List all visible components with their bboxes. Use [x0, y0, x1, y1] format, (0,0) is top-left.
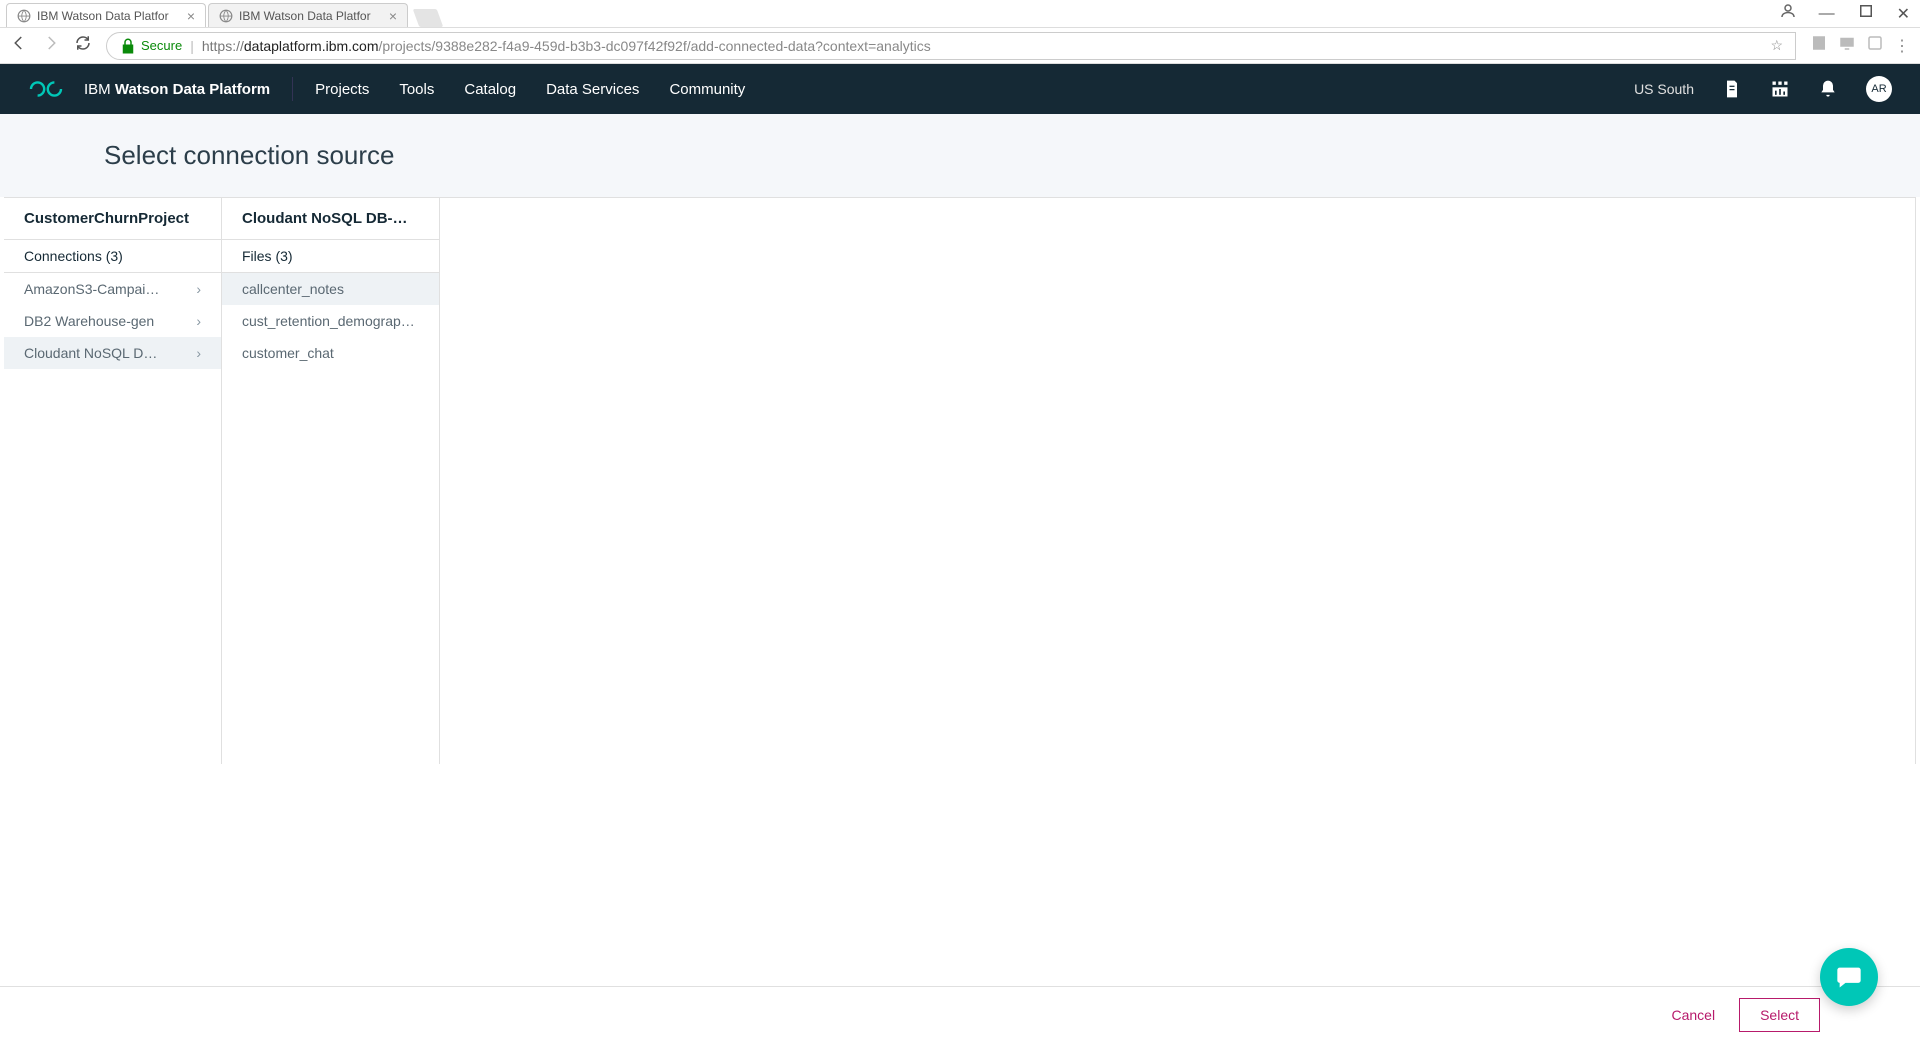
extension-icons: ⋮	[1810, 34, 1910, 57]
forward-button[interactable]	[42, 34, 60, 57]
files-count: Files (3)	[222, 240, 439, 273]
window-controls: — ✕	[1779, 2, 1910, 25]
minimize-icon[interactable]: —	[1819, 5, 1835, 23]
reload-button[interactable]	[74, 34, 92, 57]
nav-tools[interactable]: Tools	[399, 81, 434, 98]
chevron-right-icon: ›	[196, 345, 201, 361]
nav-data-services[interactable]: Data Services	[546, 81, 639, 98]
files-column: Cloudant NoSQL DB-… Files (3) callcenter…	[222, 198, 440, 764]
favicon-icon	[17, 9, 31, 23]
project-column: CustomerChurnProject Connections (3) Ama…	[4, 198, 222, 764]
pdf-icon[interactable]	[1810, 34, 1828, 57]
app-logo-icon[interactable]	[28, 78, 64, 100]
primary-nav: Projects Tools Catalog Data Services Com…	[315, 81, 745, 98]
chevron-right-icon: ›	[196, 313, 201, 329]
avatar[interactable]: AR	[1866, 76, 1892, 102]
address-bar[interactable]: Secure | https://dataplatform.ibm.com/pr…	[106, 32, 1796, 60]
cast-icon[interactable]	[1838, 34, 1856, 57]
dashboard-icon[interactable]	[1770, 79, 1790, 99]
connections-count: Connections (3)	[4, 240, 221, 273]
close-window-icon[interactable]: ✕	[1897, 4, 1910, 24]
select-button[interactable]: Select	[1739, 998, 1820, 1032]
chat-launcher[interactable]	[1820, 948, 1878, 1006]
close-icon[interactable]: ×	[187, 8, 195, 24]
close-icon[interactable]: ×	[389, 8, 397, 24]
menu-icon[interactable]: ⋮	[1894, 36, 1910, 56]
connection-item-cloudant[interactable]: Cloudant NoSQL D… ›	[4, 337, 221, 369]
bell-icon[interactable]	[1818, 79, 1838, 99]
page-title-section: Select connection source	[0, 114, 1920, 197]
connection-item-db2[interactable]: DB2 Warehouse-gen ›	[4, 305, 221, 337]
region-selector[interactable]: US South	[1634, 81, 1694, 97]
url-text: https://dataplatform.ibm.com/projects/93…	[202, 38, 931, 54]
account-icon[interactable]	[1779, 2, 1797, 25]
url-divider: |	[190, 38, 194, 54]
document-icon[interactable]	[1722, 79, 1742, 99]
browser-tab-title: IBM Watson Data Platfor	[37, 9, 181, 23]
file-item-customer-chat[interactable]: customer_chat	[222, 337, 439, 369]
browser-tab-0[interactable]: IBM Watson Data Platfor ×	[6, 3, 206, 27]
secure-badge: Secure	[119, 37, 182, 55]
connection-item-amazons3[interactable]: AmazonS3-Campai… ›	[4, 273, 221, 305]
header-divider	[292, 77, 293, 101]
chat-icon	[1835, 963, 1863, 991]
browser-tab-strip: IBM Watson Data Platfor × IBM Watson Dat…	[0, 0, 1920, 28]
page-title: Select connection source	[104, 140, 1920, 171]
maximize-icon[interactable]	[1857, 2, 1875, 25]
back-button[interactable]	[10, 34, 28, 57]
ext-icon[interactable]	[1866, 34, 1884, 57]
browser-tab-1[interactable]: IBM Watson Data Platfor ×	[208, 3, 408, 27]
app-header: IBM Watson Data Platform Projects Tools …	[0, 64, 1920, 114]
header-right: US South AR	[1634, 76, 1892, 102]
browser-tab-title: IBM Watson Data Platfor	[239, 9, 383, 23]
project-column-header: CustomerChurnProject	[4, 198, 221, 240]
nav-projects[interactable]: Projects	[315, 81, 369, 98]
preview-column	[440, 198, 1916, 764]
nav-catalog[interactable]: Catalog	[464, 81, 516, 98]
files-column-header: Cloudant NoSQL DB-…	[222, 198, 439, 240]
file-item-callcenter-notes[interactable]: callcenter_notes	[222, 273, 439, 305]
favicon-icon	[219, 9, 233, 23]
new-tab-button[interactable]	[413, 9, 444, 27]
file-item-cust-retention[interactable]: cust_retention_demograp…	[222, 305, 439, 337]
nav-community[interactable]: Community	[669, 81, 745, 98]
connection-browser-panel: CustomerChurnProject Connections (3) Ama…	[4, 197, 1916, 764]
app-brand: IBM Watson Data Platform	[84, 81, 270, 98]
bookmark-icon[interactable]: ☆	[1770, 37, 1783, 54]
cancel-button[interactable]: Cancel	[1671, 1007, 1715, 1023]
chevron-right-icon: ›	[196, 281, 201, 297]
browser-toolbar: Secure | https://dataplatform.ibm.com/pr…	[0, 28, 1920, 64]
footer-bar: Cancel Select	[0, 986, 1920, 1042]
